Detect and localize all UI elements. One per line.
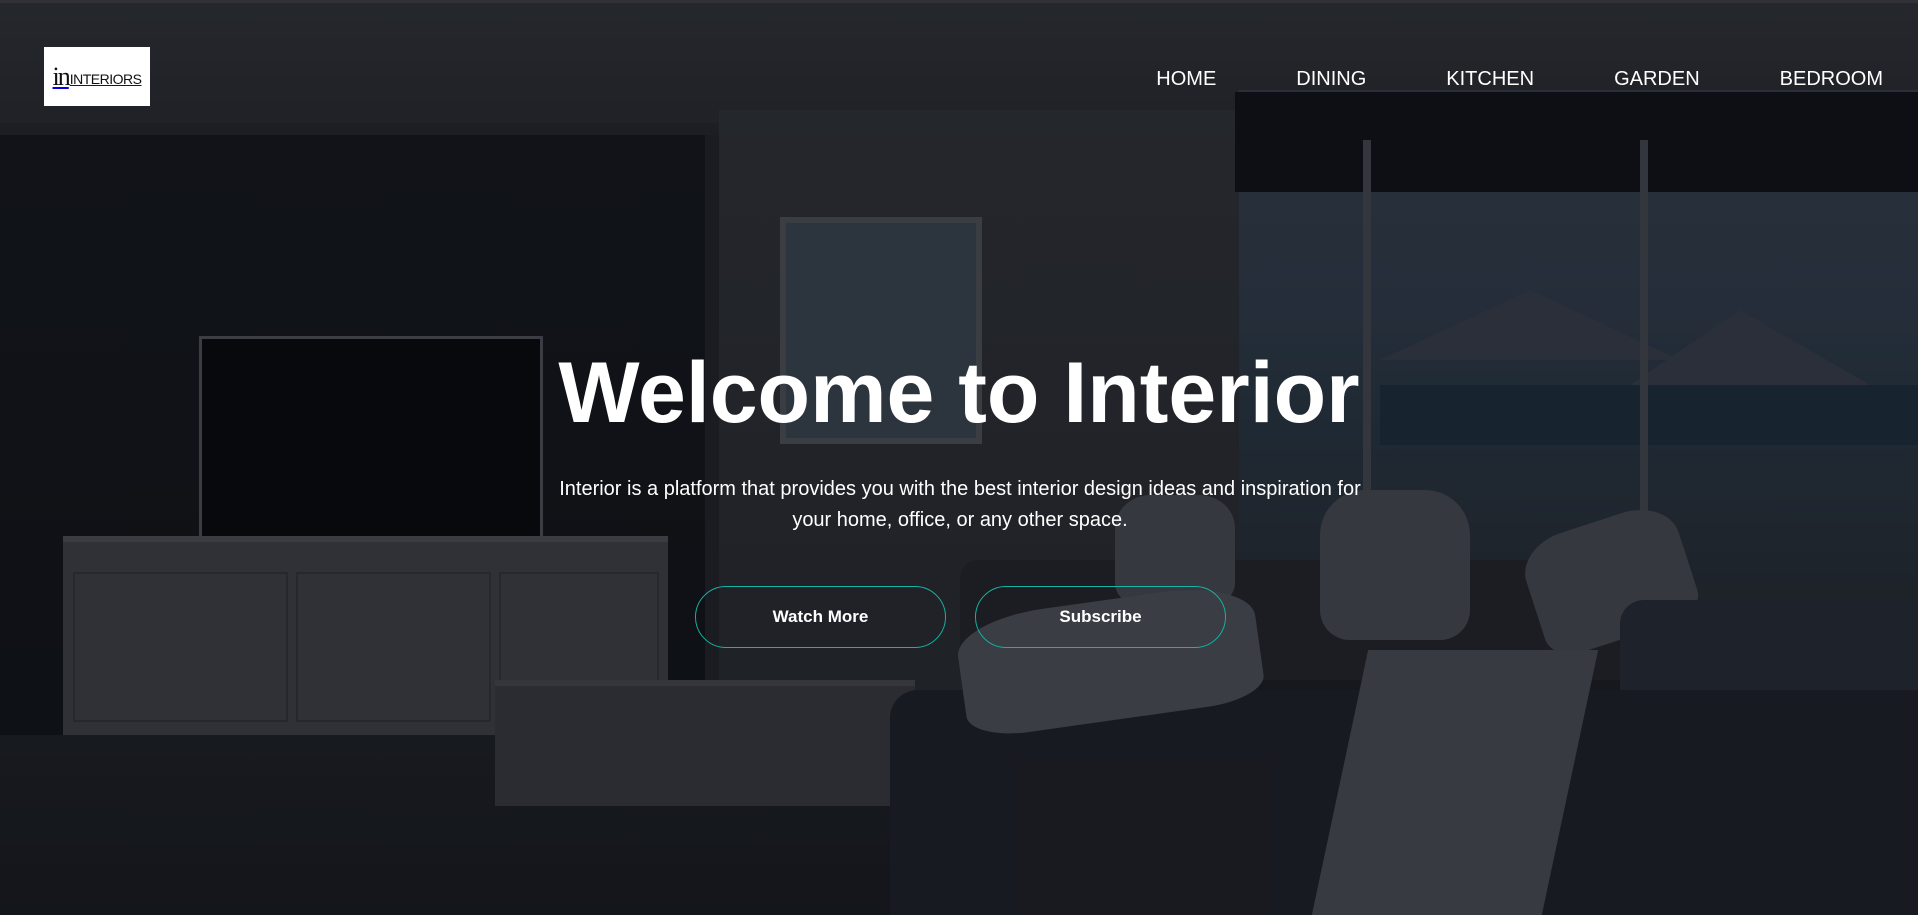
logo-mark: in (52, 61, 71, 91)
hero-subtitle: Interior is a platform that provides you… (559, 478, 1361, 531)
hero-title: Welcome to Interior (558, 345, 1360, 441)
bg-dark-overlay (0, 0, 1918, 915)
hero-section: in INTERIORS HOME DINING KITCHEN GARDEN … (0, 0, 1918, 915)
nav-item-dining[interactable]: DINING (1296, 68, 1366, 91)
main-nav: HOME DINING KITCHEN GARDEN BEDROOM (1156, 64, 1883, 94)
nav-item-garden[interactable]: GARDEN (1614, 68, 1700, 91)
nav-item-kitchen[interactable]: KITCHEN (1446, 68, 1534, 91)
site-logo[interactable]: in INTERIORS (44, 47, 150, 106)
nav-item-bedroom[interactable]: BEDROOM (1780, 68, 1883, 91)
logo-text: INTERIORS (69, 71, 142, 87)
nav-item-home[interactable]: HOME (1156, 68, 1216, 91)
watch-more-button[interactable]: Watch More (695, 586, 946, 648)
subscribe-button[interactable]: Subscribe (975, 586, 1226, 648)
